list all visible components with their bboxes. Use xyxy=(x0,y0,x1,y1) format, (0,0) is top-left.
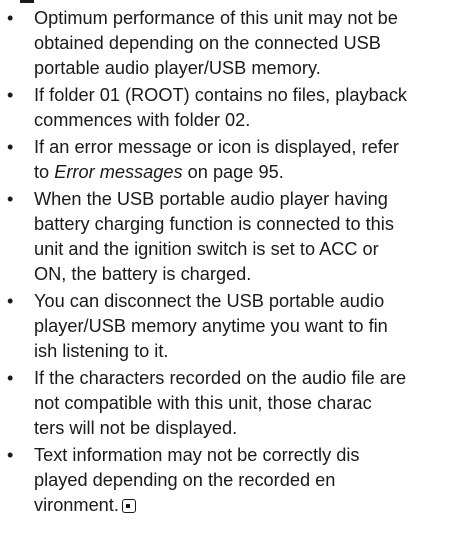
list-item: • If an error message or icon is display… xyxy=(0,135,462,185)
bullet-icon: • xyxy=(7,445,14,465)
note-line: obtained depending on the connected USB xyxy=(34,33,381,53)
note-line: ON, the battery is charged. xyxy=(34,264,252,284)
list-item: • When the USB portable audio player hav… xyxy=(0,187,462,287)
note-line: ters will not be displayed. xyxy=(34,418,238,438)
note-line: ish listening to it. xyxy=(34,341,169,361)
note-line: battery charging function is connected t… xyxy=(34,214,394,234)
bullet-icon: • xyxy=(7,291,14,311)
reference-prefix: to xyxy=(34,162,55,182)
note-line: Optimum performance of this unit may not… xyxy=(34,8,398,28)
note-line: player/USB memory anytime you want to fi… xyxy=(34,316,388,336)
note-line-text: vironment. xyxy=(34,495,119,515)
note-line: portable audio player/USB memory. xyxy=(34,58,321,78)
note-line: If folder 01 (ROOT) contains no files, p… xyxy=(34,85,408,105)
bullet-icon: • xyxy=(7,368,14,388)
note-line: If the characters recorded on the audio … xyxy=(34,368,407,388)
list-item: • Optimum performance of this unit may n… xyxy=(0,6,462,81)
list-item: • You can disconnect the USB portable au… xyxy=(0,289,462,364)
note-line: commences with folder 02. xyxy=(34,110,251,130)
note-line: When the USB portable audio player havin… xyxy=(34,189,388,209)
note-line: unit and the ignition switch is set to A… xyxy=(34,239,379,259)
bullet-icon: • xyxy=(7,85,14,105)
list-item: • If folder 01 (ROOT) contains no files,… xyxy=(0,83,462,133)
note-line: not compatible with this unit, those cha… xyxy=(34,393,372,413)
bullet-icon: • xyxy=(7,189,14,209)
note-line: played depending on the recorded en xyxy=(34,470,336,490)
notes-list: • Optimum performance of this unit may n… xyxy=(0,6,462,520)
list-item: • Text information may not be correctly … xyxy=(0,443,462,518)
note-line-end: vironment. xyxy=(34,493,454,518)
note-line: If an error message or icon is displayed… xyxy=(34,137,399,157)
list-item: • If the characters recorded on the audi… xyxy=(0,366,462,441)
note-line: You can disconnect the USB portable audi… xyxy=(34,291,385,311)
bullet-icon: • xyxy=(7,8,14,28)
end-of-section-icon xyxy=(121,499,136,513)
note-line-with-reference: to Error messages on page 95. xyxy=(34,160,454,185)
error-messages-reference-link[interactable]: Error messages xyxy=(54,162,182,182)
bullet-icon: • xyxy=(7,137,14,157)
section-top-marker xyxy=(20,0,34,3)
note-line: Text information may not be correctly di… xyxy=(34,445,360,465)
reference-suffix: on page 95. xyxy=(182,162,284,182)
